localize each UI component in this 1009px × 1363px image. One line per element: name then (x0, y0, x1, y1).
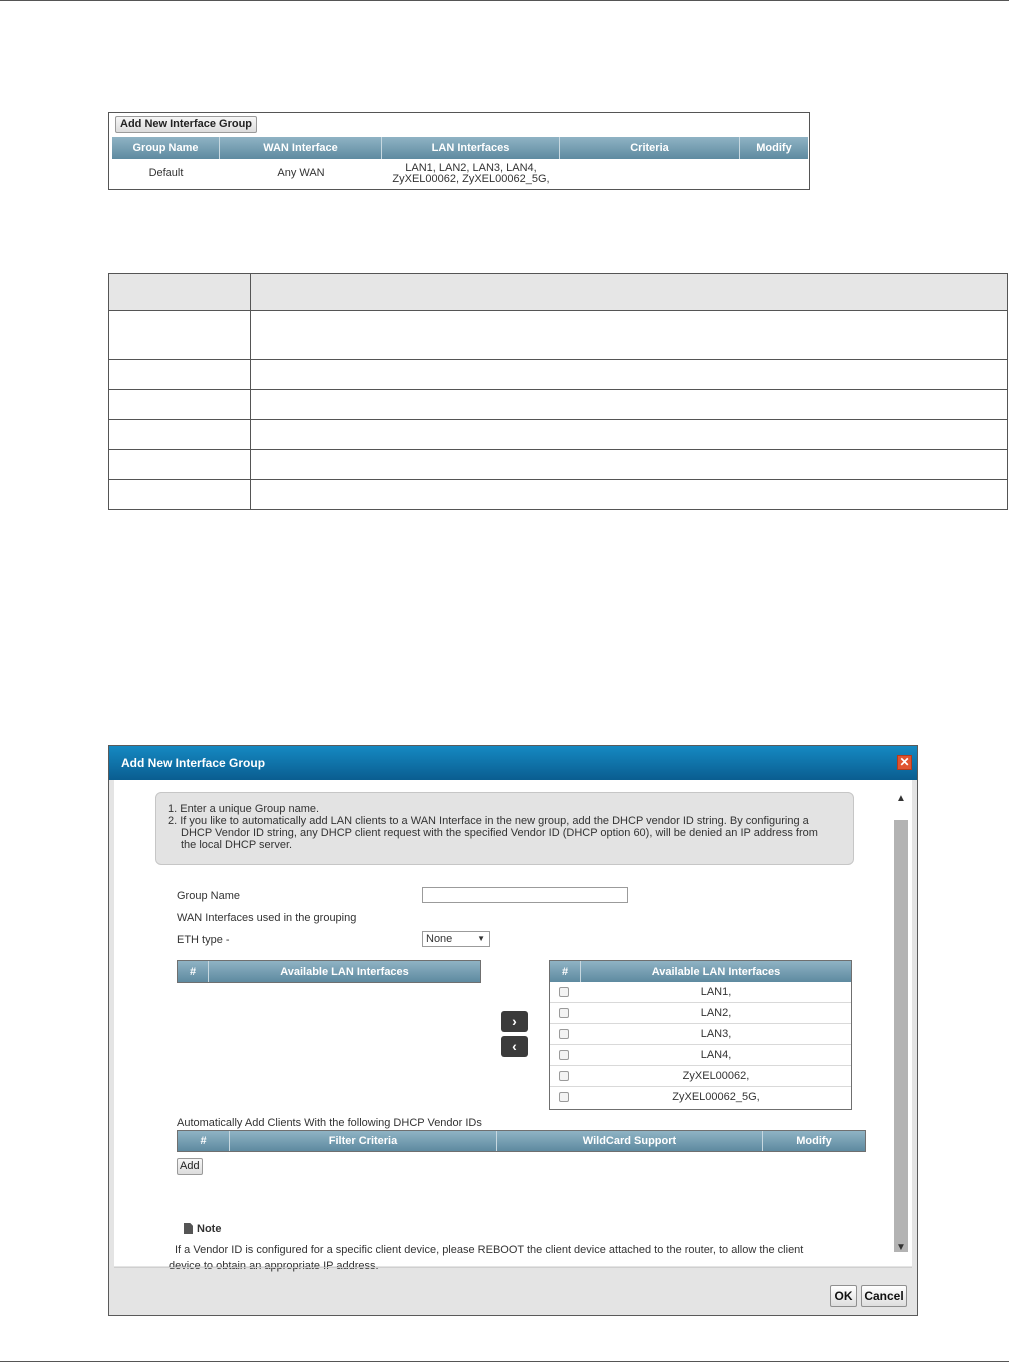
right-list-header: # Available LAN Interfaces (550, 961, 851, 982)
instruction-line: DHCP Vendor ID string, any DHCP client r… (181, 827, 818, 839)
note-text-line1: If a Vendor ID is configured for a speci… (175, 1244, 804, 1256)
interface-group-panel: Add New Interface Group Group Name WAN I… (108, 112, 810, 190)
group-name-label: Group Name (177, 890, 240, 902)
dialog-body: ▲ ▼ 1. Enter a unique Group name. 2. If … (114, 780, 912, 1272)
lan-interface-name: LAN3, (700, 1028, 732, 1040)
list-item: LAN2, (550, 1003, 851, 1024)
eth-type-label: ETH type - (177, 934, 230, 946)
dialog-title: Add New Interface Group (109, 746, 917, 780)
lan-interfaces-line1: LAN1, LAN2, LAN3, LAN4, (405, 161, 537, 174)
lan-checkbox[interactable] (559, 1008, 569, 1018)
move-right-button[interactable]: › (501, 1011, 528, 1032)
add-vendor-id-button[interactable]: Add (177, 1158, 203, 1175)
lan-interfaces-cell: LAN1, LAN2, LAN3, LAN4, ZyXEL00062, ZyXE… (382, 160, 560, 187)
lan-checkbox[interactable] (559, 1092, 569, 1102)
lan-interface-name: LAN1, (700, 986, 732, 998)
list-item: LAN1, (550, 982, 851, 1003)
vendor-col-modify: Modify (796, 1135, 832, 1147)
vendor-col-num: # (178, 1131, 230, 1151)
lan-interface-name: LAN4, (700, 1049, 732, 1061)
top-rule (0, 0, 1009, 1)
scrollbar[interactable] (894, 820, 908, 1252)
move-left-button[interactable]: ‹ (501, 1036, 528, 1057)
chevron-right-icon: › (512, 1013, 517, 1029)
instruction-line: the local DHCP server. (181, 839, 293, 851)
col-wan-interface: WAN Interface (220, 137, 382, 159)
instruction-line: 2. If you like to automatically add LAN … (168, 815, 809, 827)
instruction-line: 1. Enter a unique Group name. (168, 803, 320, 815)
wan-interface-cell: Any WAN (277, 167, 325, 179)
eth-type-value: None (426, 933, 453, 945)
lan-interface-name: ZyXEL00062_5G, (672, 1091, 760, 1103)
bottom-rule (0, 1361, 1009, 1362)
lan-checkbox[interactable] (559, 1071, 569, 1081)
chevron-down-icon: ▼ (477, 934, 485, 943)
lan-checkbox[interactable] (559, 987, 569, 997)
col-modify: Modify (756, 142, 792, 154)
lan-interfaces-line2: ZyXEL00062, ZyXEL00062_5G, (392, 172, 550, 185)
note-icon (184, 1223, 193, 1234)
list-item: ZyXEL00062, (550, 1066, 851, 1087)
left-lan-interface-list: # Available LAN Interfaces (177, 960, 481, 983)
right-col-name: Available LAN Interfaces (651, 965, 781, 978)
wan-interfaces-label: WAN Interfaces used in the grouping (177, 912, 357, 924)
col-group-name: Group Name (112, 137, 220, 159)
table-row: Default Any WAN LAN1, LAN2, LAN3, LAN4, … (112, 160, 808, 187)
modify-cell (740, 160, 808, 187)
scroll-up-icon[interactable]: ▲ (894, 792, 908, 806)
left-col-num: # (178, 961, 209, 982)
group-name-cell: Default (148, 167, 184, 179)
vendor-col-wildcard-support: WildCard Support (497, 1131, 763, 1151)
eth-type-select[interactable]: None ▼ (422, 931, 490, 947)
list-item: LAN3, (550, 1024, 851, 1045)
left-list-header: # Available LAN Interfaces (178, 961, 480, 982)
scroll-down-icon[interactable]: ▼ (894, 1241, 908, 1255)
note-title: Note (197, 1223, 222, 1235)
col-criteria: Criteria (560, 137, 740, 159)
group-name-input[interactable] (422, 887, 628, 903)
vendor-section-label: Automatically Add Clients With the follo… (177, 1117, 482, 1129)
right-col-num: # (550, 961, 581, 982)
cancel-button[interactable]: Cancel (861, 1285, 907, 1307)
list-item: ZyXEL00062_5G, (550, 1087, 851, 1108)
note-text-line2: device to obtain an appropriate IP addre… (169, 1260, 379, 1272)
col-lan-interfaces: LAN Interfaces (382, 137, 560, 159)
add-new-interface-group-button[interactable]: Add New Interface Group (115, 116, 258, 133)
instructions-box: 1. Enter a unique Group name. 2. If you … (155, 792, 854, 865)
field-description-table (108, 273, 1008, 510)
group-table-header: Group Name WAN Interface LAN Interfaces … (112, 137, 808, 159)
vendor-col-filter-criteria: Filter Criteria (230, 1131, 497, 1151)
footer-divider (114, 1267, 912, 1268)
criteria-cell (560, 160, 740, 187)
right-lan-interface-list: # Available LAN Interfaces LAN1, LAN2, L… (549, 960, 852, 1110)
ok-button[interactable]: OK (830, 1285, 857, 1307)
lan-interface-name: LAN2, (700, 1007, 732, 1019)
lan-interface-name: ZyXEL00062, (682, 1070, 750, 1082)
list-item: LAN4, (550, 1045, 851, 1066)
add-interface-group-dialog: Add New Interface Group ✕ ▲ ▼ 1. Enter a… (108, 745, 918, 1316)
left-col-name: Available LAN Interfaces (280, 965, 409, 978)
close-icon[interactable]: ✕ (897, 755, 912, 770)
chevron-left-icon: ‹ (512, 1038, 517, 1054)
lan-checkbox[interactable] (559, 1029, 569, 1039)
vendor-table-header: # Filter Criteria WildCard Support Modif… (177, 1130, 866, 1152)
lan-checkbox[interactable] (559, 1050, 569, 1060)
